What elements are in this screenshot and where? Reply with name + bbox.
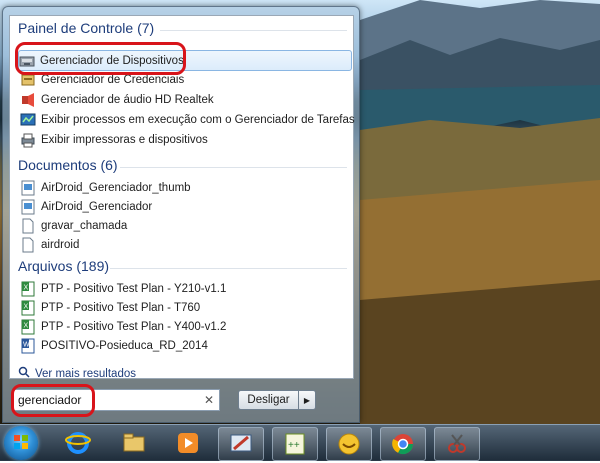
paint-tool-icon[interactable] xyxy=(218,427,264,461)
image-file-icon xyxy=(20,199,36,215)
document-icon xyxy=(20,237,36,253)
clear-search-icon[interactable]: ✕ xyxy=(202,393,216,407)
divider xyxy=(160,30,347,31)
file-explorer-icon[interactable] xyxy=(112,427,156,459)
search-icon xyxy=(18,366,30,381)
media-player-icon[interactable] xyxy=(166,427,210,459)
result-ptp-t760[interactable]: X PTP - Positivo Test Plan - T760 xyxy=(20,298,350,317)
snipping-tool-icon[interactable] xyxy=(434,427,480,461)
result-realtek-audio[interactable]: Gerenciador de áudio HD Realtek xyxy=(20,90,350,109)
result-posieduca[interactable]: W POSITIVO-Posieduca_RD_2014 xyxy=(20,336,350,355)
shutdown-control: Desligar ▶ xyxy=(238,390,316,410)
internet-explorer-icon[interactable] xyxy=(56,427,100,459)
item-label: AirDroid_Gerenciador xyxy=(41,200,153,213)
result-airdroid-thumb[interactable]: AirDroid_Gerenciador_thumb xyxy=(20,178,350,197)
item-label: Exibir processos em execução com o Geren… xyxy=(41,113,355,126)
excel-file-icon: X xyxy=(20,281,36,297)
result-ptp-y210[interactable]: X PTP - Positivo Test Plan - Y210-v1.1 xyxy=(20,279,350,298)
item-label: Gerenciador de Credenciais xyxy=(41,73,185,86)
group-title-painel[interactable]: Painel de Controle (7) xyxy=(18,20,154,36)
start-menu: Painel de Controle (7) Gerenciador de Di… xyxy=(2,6,360,423)
image-file-icon xyxy=(20,180,36,196)
result-printers[interactable]: Exibir impressoras e dispositivos xyxy=(20,130,350,149)
item-label: Exibir impressoras e dispositivos xyxy=(41,133,208,146)
realtek-audio-icon xyxy=(20,92,36,108)
item-label: Gerenciador de áudio HD Realtek xyxy=(41,93,214,106)
see-more-results-link[interactable]: Ver mais resultados xyxy=(18,366,136,381)
svg-text:X: X xyxy=(24,322,29,329)
result-ptp-y400[interactable]: X PTP - Positivo Test Plan - Y400-v1.2 xyxy=(20,317,350,336)
item-label: POSITIVO-Posieduca_RD_2014 xyxy=(41,339,208,352)
excel-file-icon: X xyxy=(20,300,36,316)
notepad-plus-plus-icon[interactable]: ++ xyxy=(272,427,318,461)
chrome-icon[interactable] xyxy=(380,427,426,461)
task-manager-icon xyxy=(20,112,36,128)
result-task-manager[interactable]: Exibir processos em execução com o Geren… xyxy=(20,110,355,129)
result-airdroid-gerenciador[interactable]: AirDroid_Gerenciador xyxy=(20,197,350,216)
chat-app-icon[interactable] xyxy=(326,427,372,461)
see-more-results-label: Ver mais resultados xyxy=(35,367,136,380)
taskbar: ++ xyxy=(0,424,600,461)
printers-icon xyxy=(20,132,36,148)
result-gravar-chamada[interactable]: gravar_chamada xyxy=(20,216,350,235)
word-file-icon: W xyxy=(20,338,36,354)
svg-text:X: X xyxy=(24,303,29,310)
item-label: PTP - Positivo Test Plan - Y210-v1.1 xyxy=(41,282,227,295)
item-label: PTP - Positivo Test Plan - T760 xyxy=(41,301,201,314)
divider xyxy=(110,268,347,269)
svg-text:++: ++ xyxy=(288,440,300,451)
svg-text:W: W xyxy=(23,341,30,348)
divider xyxy=(120,167,347,168)
start-orb[interactable] xyxy=(4,426,38,460)
excel-file-icon: X xyxy=(20,319,36,335)
annotation-highlight xyxy=(11,384,95,417)
item-label: PTP - Positivo Test Plan - Y400-v1.2 xyxy=(41,320,227,333)
group-title-arquivos[interactable]: Arquivos (189) xyxy=(18,258,109,274)
group-title-documentos[interactable]: Documentos (6) xyxy=(18,157,118,173)
shutdown-options-arrow-icon[interactable]: ▶ xyxy=(299,390,316,410)
annotation-highlight xyxy=(15,42,186,75)
shutdown-button[interactable]: Desligar xyxy=(238,390,299,410)
result-airdroid[interactable]: airdroid xyxy=(20,235,350,254)
document-icon xyxy=(20,218,36,234)
item-label: airdroid xyxy=(41,238,80,251)
item-label: gravar_chamada xyxy=(41,219,128,232)
item-label: AirDroid_Gerenciador_thumb xyxy=(41,181,191,194)
svg-text:X: X xyxy=(24,284,29,291)
